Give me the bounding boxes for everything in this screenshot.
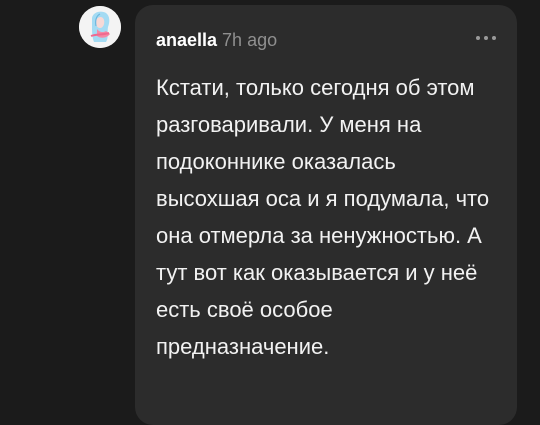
- avatar-illustration: [79, 6, 121, 48]
- avatar[interactable]: [79, 6, 121, 48]
- more-dot-3: [492, 36, 496, 40]
- comment-header: anaella 7h ago: [156, 29, 277, 51]
- more-dot-2: [484, 36, 488, 40]
- more-dots-icon[interactable]: [476, 36, 496, 40]
- username[interactable]: anaella: [156, 30, 217, 50]
- timestamp: 7h ago: [222, 30, 278, 50]
- comment-bubble: anaella 7h ago Кстати, только сегодня об …: [135, 5, 517, 425]
- comment-text: Кстати, только сегодня об этом разговари…: [156, 75, 490, 359]
- more-dot-1: [476, 36, 480, 40]
